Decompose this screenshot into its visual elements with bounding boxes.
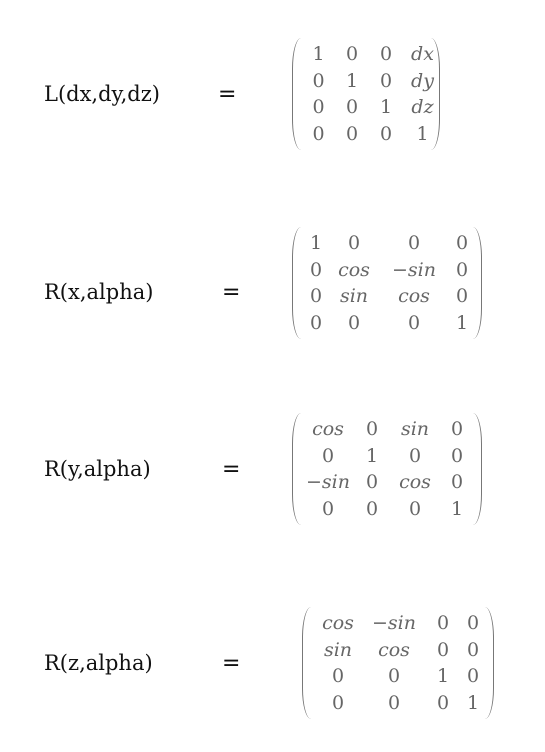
matrix-cell: cos [378,638,410,661]
matrix-cell: 0 [466,612,480,635]
right-parenthesis [485,607,494,719]
matrix-cell: 0 [455,232,469,255]
matrix-cell: 0 [321,497,335,520]
matrix-cell: 0 [331,665,345,688]
matrix-cell: cos [398,285,430,308]
matrix-cell: 1 [450,497,464,520]
rotation-z-matrix: cos −sin 0 0 sin cos 0 0 0 0 1 0 0 0 0 1 [302,607,494,719]
matrix-cell: 0 [450,418,464,441]
matrix-cell: sin [400,418,430,441]
matrix-cell: 1 [345,69,359,92]
rotation-x-matrix: 1 0 0 0 0 cos −sin 0 0 sin cos 0 0 0 0 1 [292,227,482,339]
equation-label-rotation-z: R(z,alpha) [44,651,153,675]
matrix-cell: −sin [392,258,436,281]
matrix-cell: 0 [408,444,422,467]
left-parenthesis [292,413,301,525]
matrix-cell: 0 [387,691,401,714]
matrix-cell: 0 [408,497,422,520]
matrix-cell: 1 [379,96,393,119]
matrix-cell: 0 [436,612,450,635]
matrix-cell: 0 [407,232,421,255]
matrix-cell: 0 [365,471,379,494]
matrix-cell: 0 [312,122,325,145]
matrix-cell: 0 [450,444,464,467]
left-parenthesis [292,227,301,339]
equals-sign: = [222,280,241,305]
matrix-cell: 0 [309,258,323,281]
equation-label-rotation-y: R(y,alpha) [44,457,151,481]
matrix-cell: −sin [372,612,416,635]
matrix-cell: 0 [436,691,450,714]
matrix-cell: 0 [466,638,480,661]
matrix-cell: 1 [455,311,469,334]
matrix-cell: 0 [407,311,421,334]
matrix-cell: cos [312,418,344,441]
matrix-cell: dy [411,69,434,92]
equation-label-rotation-x: R(x,alpha) [44,280,154,304]
matrix-grid: cos 0 sin 0 0 1 0 0 −sin 0 cos 0 0 0 0 1 [302,416,472,522]
matrix-cell: 0 [436,638,450,661]
matrix-cell: 0 [379,122,393,145]
translation-matrix: 1 0 0 dx 0 1 0 dy 0 0 1 dz 0 0 0 1 [292,38,440,150]
matrix-cell: 1 [365,444,379,467]
matrix-cell: 0 [365,497,379,520]
matrix-cell: 1 [309,232,323,255]
matrix-cell: 0 [312,69,325,92]
matrix-grid: 1 0 0 dx 0 1 0 dy 0 0 1 dz 0 0 0 1 [302,41,434,147]
matrix-cell: sin [323,638,353,661]
matrix-cell: cos [399,471,431,494]
matrix-grid: cos −sin 0 0 sin cos 0 0 0 0 1 0 0 0 0 1 [312,610,484,716]
matrix-cell: 1 [416,122,429,145]
left-parenthesis [302,607,311,719]
matrix-cell: 1 [436,665,450,688]
matrix-cell: 0 [365,418,379,441]
left-parenthesis [292,38,301,150]
matrix-cell: 1 [466,691,480,714]
matrix-cell: 0 [466,665,480,688]
equals-sign: = [222,651,241,676]
matrix-cell: sin [339,285,369,308]
right-parenthesis [473,413,482,525]
matrix-cell: 0 [347,311,361,334]
matrix-cell: 0 [379,43,393,66]
matrix-cell: cos [322,612,354,635]
matrix-cell: 0 [331,691,345,714]
matrix-cell: dz [411,96,434,119]
matrix-grid: 1 0 0 0 0 cos −sin 0 0 sin cos 0 0 0 0 1 [302,230,472,336]
matrix-cell: 1 [312,43,325,66]
equation-label-translation: L(dx,dy,dz) [44,82,160,106]
matrix-cell: 0 [450,471,464,494]
matrix-cell: 0 [455,285,469,308]
matrix-cell: 0 [387,665,401,688]
matrix-cell: −sin [306,471,350,494]
matrix-cell: 0 [321,444,335,467]
equals-sign: = [218,82,237,107]
rotation-y-matrix: cos 0 sin 0 0 1 0 0 −sin 0 cos 0 0 0 0 1 [292,413,482,525]
matrix-cell: cos [338,258,370,281]
matrix-cell: 0 [312,96,325,119]
matrix-cell: 0 [347,232,361,255]
matrix-cell: 0 [345,96,359,119]
right-parenthesis [473,227,482,339]
matrix-cell: 0 [379,69,393,92]
matrix-cell: 0 [309,311,323,334]
matrix-cell: 0 [345,122,359,145]
matrix-cell: dx [411,43,434,66]
matrix-cell: 0 [345,43,359,66]
matrix-cell: 0 [309,285,323,308]
equals-sign: = [222,457,241,482]
matrix-cell: 0 [455,258,469,281]
